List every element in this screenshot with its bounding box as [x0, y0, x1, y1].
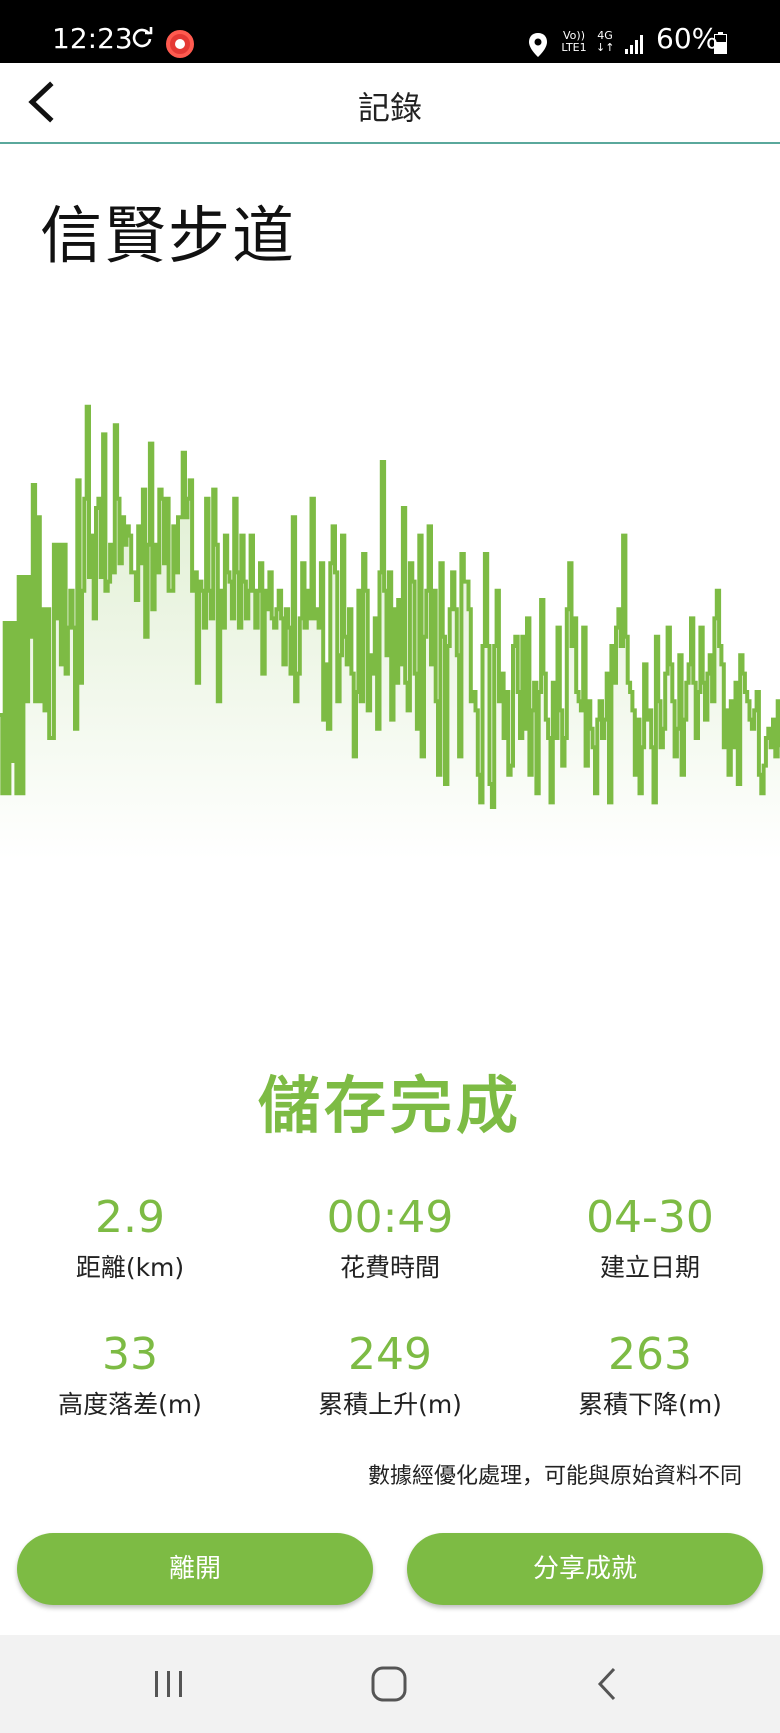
volte-indicator: Vo)) LTE1 — [559, 30, 589, 54]
stat-label: 距離(km) — [75, 1253, 185, 1282]
network-arrows: ↓↑ — [596, 41, 615, 54]
header-title: 記錄 — [357, 89, 422, 127]
stat-label: 建立日期 — [599, 1253, 700, 1282]
app-header: 記錄 — [0, 63, 780, 144]
recent-apps-icon[interactable] — [152, 1667, 186, 1701]
elevation-chart-svg — [0, 404, 780, 860]
leave-button[interactable]: 離開 — [17, 1533, 373, 1605]
stat-value: 33 — [102, 1329, 158, 1380]
stat-label: 累積下降(m) — [578, 1390, 722, 1419]
share-achievement-button[interactable]: 分享成就 — [407, 1533, 763, 1605]
stat-duration: 00:49 花費時間 — [260, 1192, 520, 1284]
stat-value: 249 — [348, 1329, 432, 1380]
location-icon — [529, 33, 547, 57]
stat-value: 263 — [608, 1329, 692, 1380]
stat-value: 00:49 — [326, 1192, 454, 1243]
stat-elevation-diff: 33 高度落差(m) — [0, 1329, 260, 1421]
nav-back-icon[interactable] — [592, 1665, 622, 1703]
stat-label: 花費時間 — [339, 1253, 440, 1282]
record-icon — [166, 30, 194, 58]
stat-total-descent: 263 累積下降(m) — [520, 1329, 780, 1421]
network-indicator: 4G ↓↑ — [596, 30, 614, 54]
system-nav-bar — [0, 1635, 780, 1733]
stat-total-ascent: 249 累積上升(m) — [260, 1329, 520, 1421]
stat-created-date: 04-30 建立日期 — [520, 1192, 780, 1284]
stat-value: 04-30 — [586, 1192, 714, 1243]
sync-icon — [132, 27, 153, 48]
volte-line2: LTE1 — [561, 41, 587, 54]
battery-percent: 60% — [656, 22, 719, 55]
data-note: 數據經優化處理，可能與原始資料不同 — [367, 1464, 742, 1489]
stat-distance: 2.9 距離(km) — [0, 1192, 260, 1284]
stat-value: 2.9 — [95, 1192, 165, 1243]
status-time: 12:23 — [52, 22, 133, 55]
battery-icon — [714, 32, 727, 54]
elevation-chart — [0, 390, 780, 950]
stat-label: 高度落差(m) — [58, 1390, 202, 1419]
signal-icon — [625, 35, 643, 54]
route-title: 信賢步道 — [40, 199, 297, 272]
stat-label: 累積上升(m) — [318, 1390, 462, 1419]
home-icon[interactable] — [370, 1665, 408, 1703]
save-complete-heading: 儲存完成 — [257, 1069, 522, 1142]
status-bar: 12:23 Vo)) LTE1 4G ↓↑ 60% — [0, 0, 780, 63]
